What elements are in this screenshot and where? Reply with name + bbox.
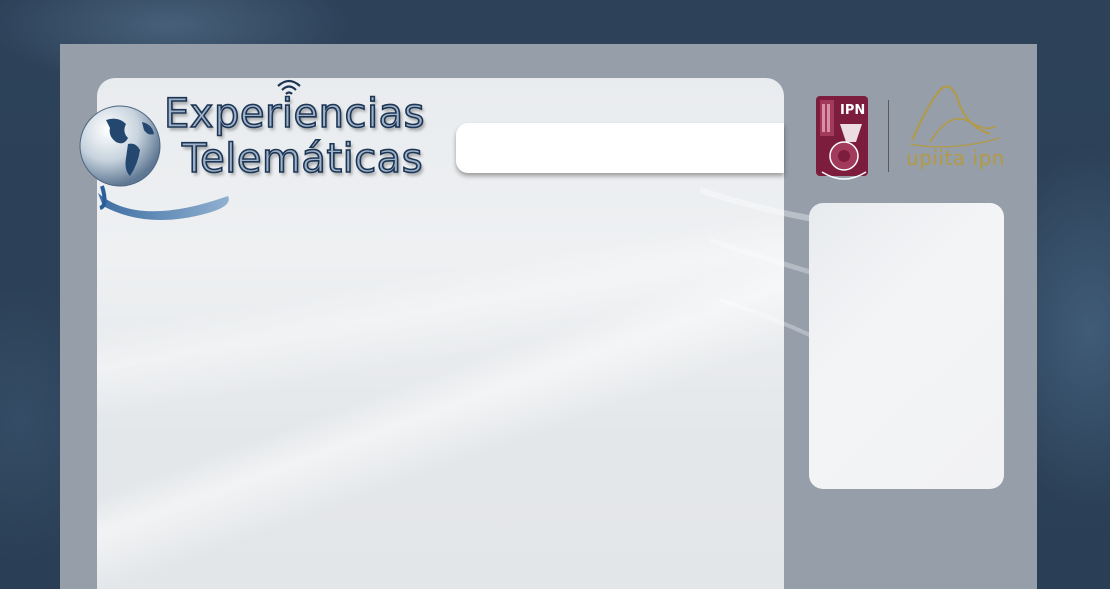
site-logo[interactable]: Experiencias Telemáticas [78, 78, 438, 228]
institution-logos[interactable]: IPN upiita ipn [812, 80, 1012, 180]
brand-title-line2: Telemáticas [181, 136, 424, 182]
ipn-shield-icon: IPN [816, 96, 868, 180]
svg-text:IPN: IPN [840, 103, 865, 118]
upiita-label: upiita ipn [906, 146, 1005, 170]
logo-divider [888, 100, 889, 172]
search-input[interactable] [456, 123, 784, 173]
brand-title-line1: Experiencias [163, 91, 425, 137]
side-panel [809, 203, 1004, 489]
